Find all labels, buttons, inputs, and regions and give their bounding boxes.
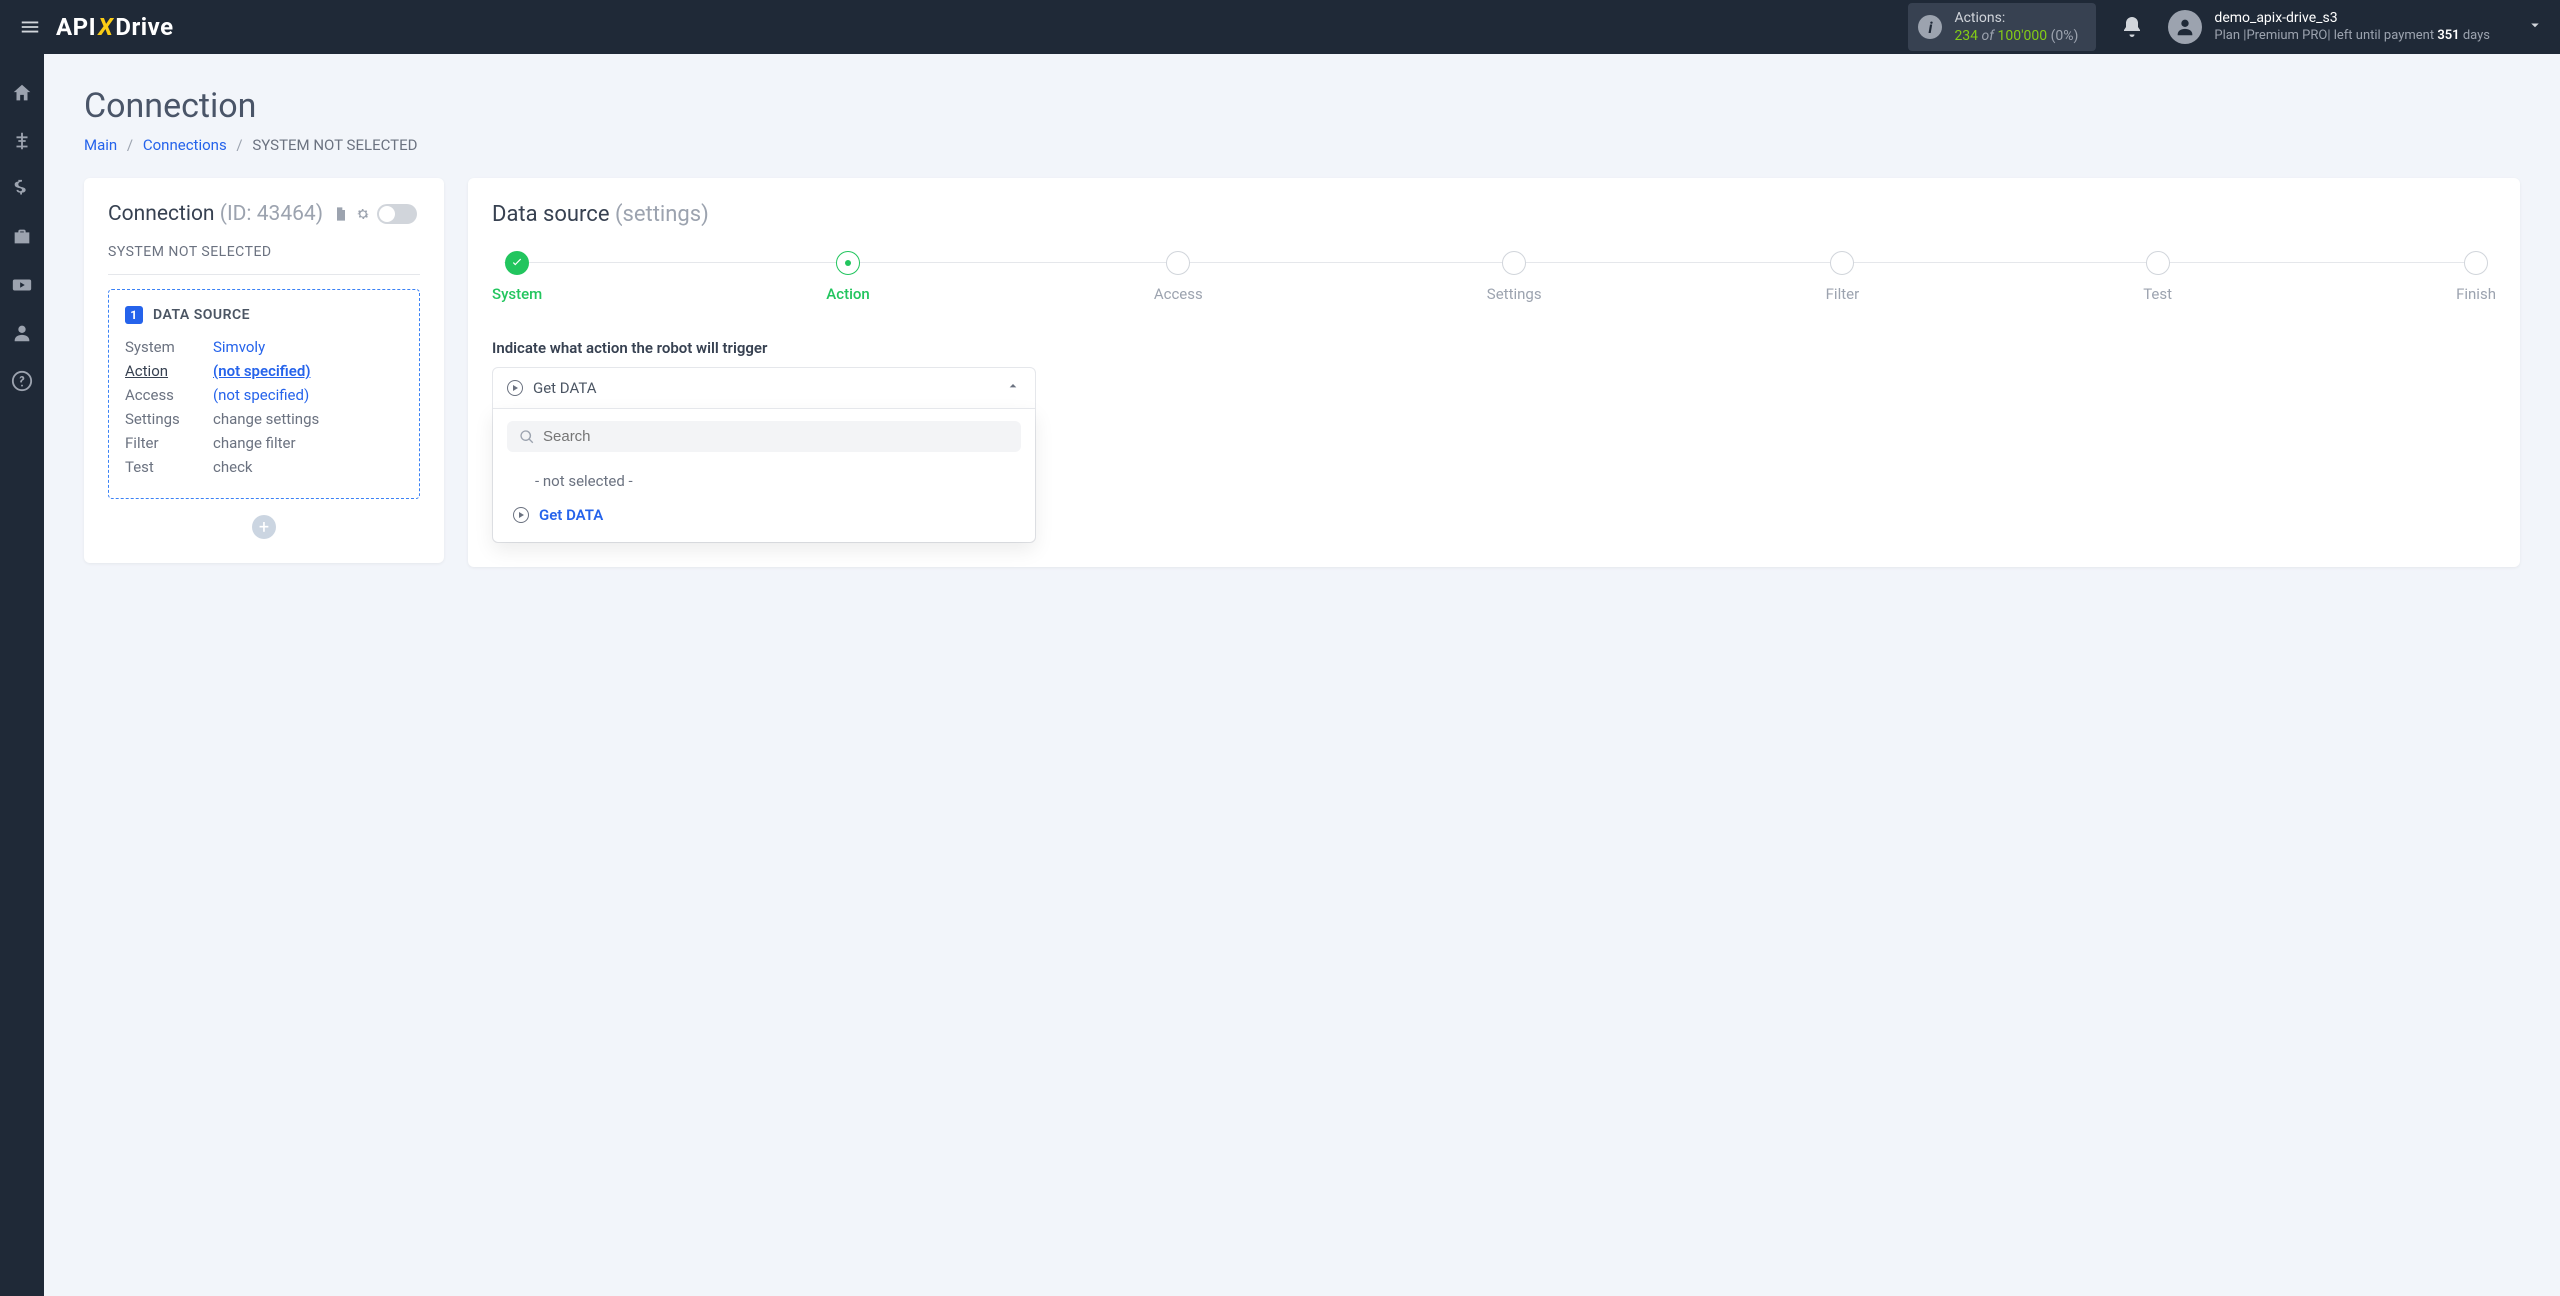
- stepper: System Action Access Settings Filter Tes…: [492, 251, 2496, 303]
- menu-icon[interactable]: [16, 13, 44, 41]
- ds-test-link[interactable]: check: [213, 458, 253, 476]
- step-finish[interactable]: Finish: [2456, 251, 2496, 303]
- user-menu[interactable]: demo_apix-drive_s3 Plan |Premium PRO| le…: [2168, 9, 2544, 44]
- opt-not-selected[interactable]: - not selected -: [507, 464, 1021, 498]
- play-icon: [507, 380, 523, 396]
- main-content: Connection Main / Connections / SYSTEM N…: [44, 54, 2560, 1296]
- breadcrumb-connections[interactable]: Connections: [143, 136, 227, 154]
- user-plan: Plan |Premium PRO| left until payment 35…: [2214, 28, 2490, 45]
- action-dropdown: - not selected - Get DATA: [493, 408, 1035, 542]
- breadcrumb-current: SYSTEM NOT SELECTED: [252, 136, 417, 154]
- data-source-box: 1 DATA SOURCE SystemSimvoly Action(not s…: [108, 289, 420, 499]
- actions-label: Actions:: [1954, 9, 2078, 27]
- ds-title: DATA SOURCE: [153, 307, 250, 323]
- action-select: Get DATA - not selected - Get DATA: [492, 367, 1036, 543]
- step-system[interactable]: System: [492, 251, 542, 303]
- user-icon[interactable]: [11, 322, 33, 344]
- ds-filter-link[interactable]: change filter: [213, 434, 296, 452]
- chevron-down-icon[interactable]: [2526, 16, 2544, 38]
- ds-system-link[interactable]: Simvoly: [213, 338, 265, 356]
- gear-icon[interactable]: [355, 206, 371, 222]
- ds-settings-link[interactable]: change settings: [213, 410, 319, 428]
- action-select-toggle[interactable]: Get DATA: [493, 368, 1035, 408]
- bell-icon[interactable]: [2120, 15, 2144, 39]
- action-search-input[interactable]: [543, 428, 1009, 445]
- step-settings[interactable]: Settings: [1487, 251, 1542, 303]
- ds-badge: 1: [125, 306, 143, 324]
- breadcrumb-main[interactable]: Main: [84, 136, 117, 154]
- info-icon: i: [1918, 15, 1942, 39]
- action-search[interactable]: [507, 421, 1021, 452]
- step-action[interactable]: Action: [826, 251, 869, 303]
- chevron-up-icon: [1005, 378, 1021, 398]
- breadcrumb: Main / Connections / SYSTEM NOT SELECTED: [84, 136, 2520, 154]
- connection-panel: Connection (ID: 43464) SYSTEM NOT SELECT…: [84, 178, 444, 563]
- user-name: demo_apix-drive_s3: [2214, 9, 2490, 27]
- youtube-icon[interactable]: [11, 274, 33, 296]
- step-test[interactable]: Test: [2143, 251, 2172, 303]
- avatar-icon: [2168, 10, 2202, 44]
- search-icon: [519, 429, 535, 445]
- file-icon[interactable]: [333, 206, 349, 222]
- action-field-label: Indicate what action the robot will trig…: [492, 339, 2496, 357]
- left-sidebar: [0, 54, 44, 1296]
- page-title: Connection: [84, 86, 2520, 126]
- top-header: APIXDrive i Actions: 234 of 100'000 (0%)…: [0, 0, 2560, 54]
- settings-title: Data source (settings): [492, 202, 2496, 227]
- add-button[interactable]: +: [252, 515, 276, 539]
- opt-get-data[interactable]: Get DATA: [507, 498, 1021, 532]
- settings-panel: Data source (settings) System Action Acc…: [468, 178, 2520, 567]
- sitemap-icon[interactable]: [11, 130, 33, 152]
- ds-access-link[interactable]: (not specified): [213, 386, 309, 404]
- step-filter[interactable]: Filter: [1826, 251, 1860, 303]
- briefcase-icon[interactable]: [11, 226, 33, 248]
- help-icon[interactable]: [11, 370, 33, 392]
- connection-title: Connection (ID: 43464): [108, 202, 323, 226]
- logo[interactable]: APIXDrive: [56, 13, 174, 41]
- ds-action-link[interactable]: (not specified): [213, 362, 311, 380]
- play-icon: [513, 507, 529, 523]
- actions-counter[interactable]: i Actions: 234 of 100'000 (0%): [1908, 3, 2096, 51]
- step-access[interactable]: Access: [1154, 251, 1203, 303]
- home-icon[interactable]: [11, 82, 33, 104]
- dollar-icon[interactable]: [11, 178, 33, 200]
- connection-subtitle: SYSTEM NOT SELECTED: [108, 244, 420, 275]
- connection-toggle[interactable]: [377, 204, 417, 224]
